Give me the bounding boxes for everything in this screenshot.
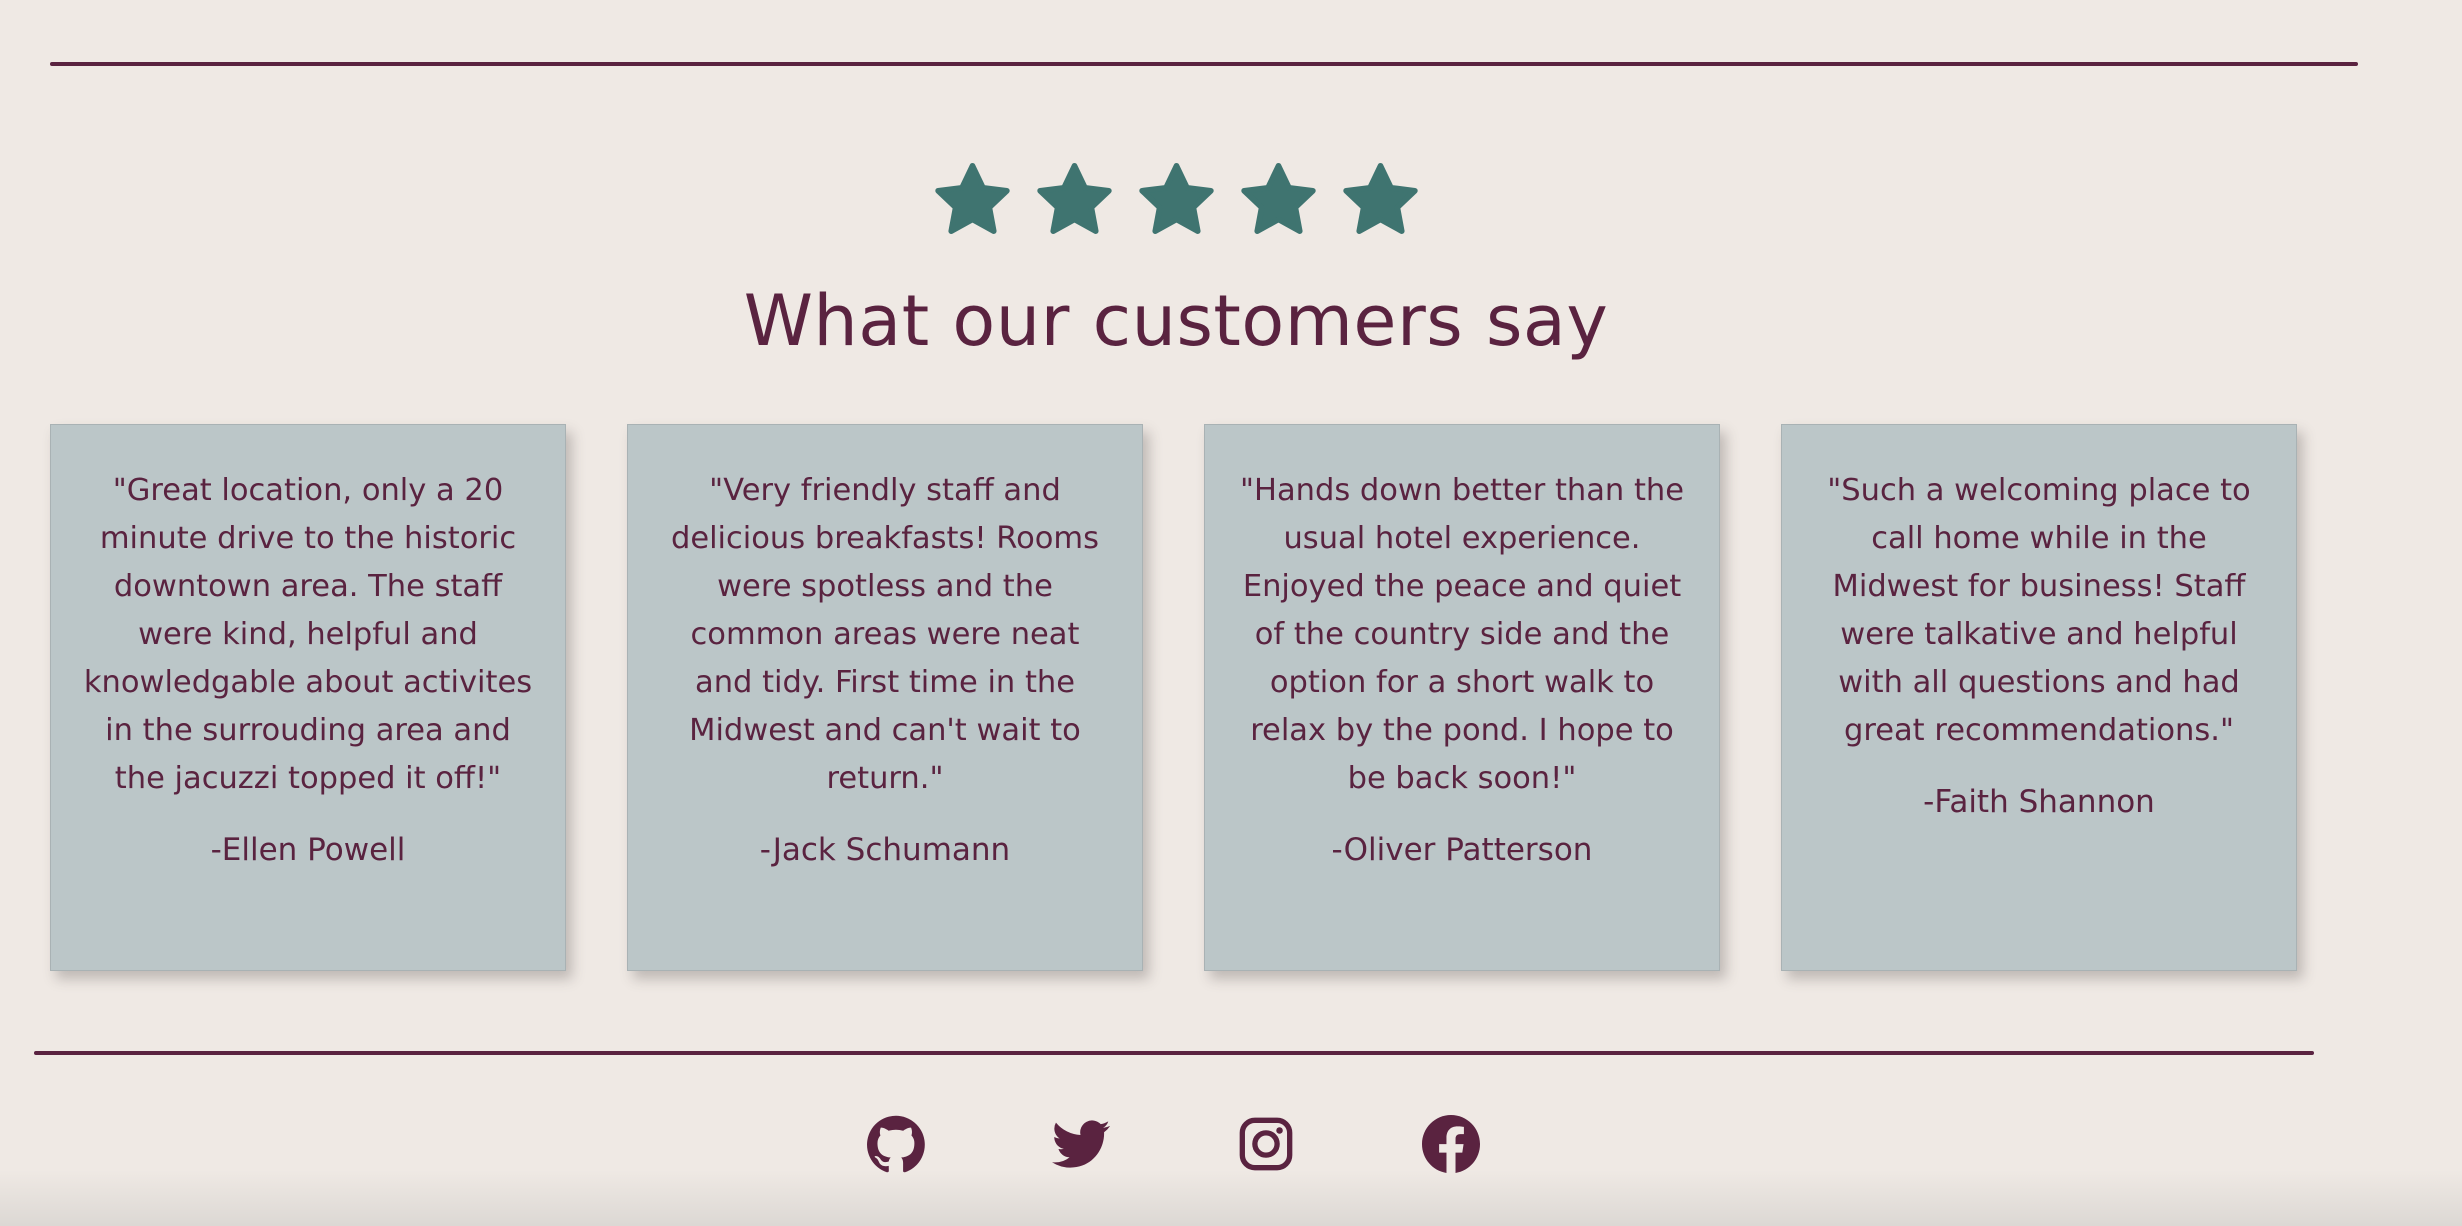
- star-icon: [1236, 158, 1321, 243]
- twitter-icon[interactable]: [1052, 1115, 1110, 1173]
- testimonial-card: "Great location, only a 20 minute drive …: [50, 424, 566, 971]
- page-bottom-shade: [0, 1170, 2462, 1226]
- testimonial-author: -Oliver Patterson: [1331, 832, 1593, 868]
- star-icon: [1338, 158, 1423, 243]
- testimonial-quote: "Such a welcoming place to call home whi…: [1827, 473, 2251, 748]
- facebook-icon[interactable]: [1422, 1115, 1480, 1173]
- github-icon[interactable]: [867, 1115, 925, 1173]
- testimonial-quote: "Hands down better than the usual hotel …: [1239, 473, 1685, 796]
- testimonial-quote: "Very friendly staff and delicious break…: [670, 473, 1100, 796]
- top-divider: [50, 62, 2358, 66]
- footer-divider: [34, 1051, 2314, 1055]
- section-title: What our customers say: [743, 280, 1609, 362]
- testimonial-author: -Jack Schumann: [759, 832, 1011, 868]
- star-icon: [930, 158, 1015, 243]
- social-links: [867, 1115, 1480, 1173]
- testimonial-card: "Very friendly staff and delicious break…: [627, 424, 1143, 971]
- testimonial-card: "Such a welcoming place to call home whi…: [1781, 424, 2297, 971]
- star-icon: [1134, 158, 1219, 243]
- star-icon: [1032, 158, 1117, 243]
- testimonial-quote: "Great location, only a 20 minute drive …: [83, 473, 533, 796]
- testimonial-card: "Hands down better than the usual hotel …: [1204, 424, 1720, 971]
- testimonial-author: -Ellen Powell: [210, 832, 406, 868]
- testimonial-author: -Faith Shannon: [1923, 784, 2155, 820]
- star-rating: [0, 158, 2352, 243]
- instagram-icon[interactable]: [1237, 1115, 1295, 1173]
- testimonial-list: "Great location, only a 20 minute drive …: [50, 424, 2297, 971]
